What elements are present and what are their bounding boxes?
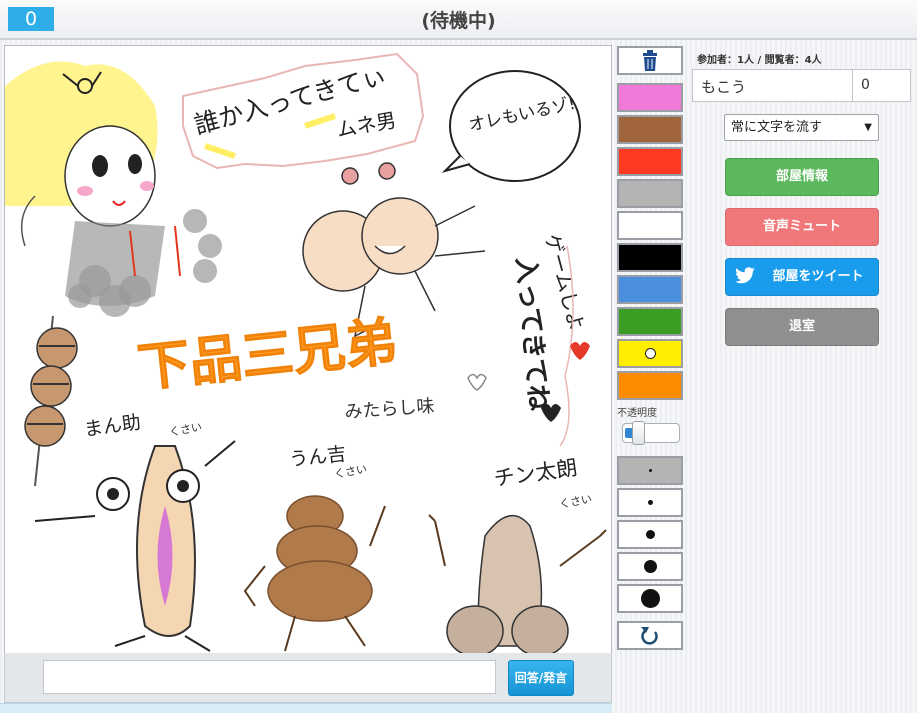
canvas-text-2: ムネ男 bbox=[335, 108, 398, 142]
exit-room-button[interactable]: 退室 bbox=[725, 308, 879, 346]
brush-dot-icon bbox=[647, 500, 653, 505]
canvas-text-7: まん助 bbox=[83, 411, 143, 441]
room-info-button[interactable]: 部屋情報 bbox=[725, 158, 879, 196]
color-swatch[interactable] bbox=[617, 307, 683, 336]
drawing-canvas[interactable]: 誰か入ってきてぃ ムネ男 オレもいるゾ! ゲームしよ 入ってきてね 下品三兄弟 … bbox=[4, 45, 612, 654]
girl-drawing bbox=[5, 61, 222, 317]
color-swatch[interactable] bbox=[617, 147, 683, 176]
unko-drawing bbox=[243, 495, 386, 652]
brush-size-button[interactable] bbox=[617, 552, 683, 581]
brush-size-button[interactable] bbox=[617, 520, 683, 549]
brush-dot-icon bbox=[645, 530, 655, 539]
color-swatch[interactable] bbox=[617, 211, 683, 240]
tweet-room-label: 部屋をツイート bbox=[772, 269, 864, 284]
brush-dot-icon bbox=[640, 589, 660, 608]
selected-color-marker bbox=[645, 348, 656, 359]
text-flow-select[interactable]: 常に文字を流す ▼ bbox=[724, 114, 879, 141]
canvas-text-11: チン太朗 bbox=[492, 455, 579, 490]
canvas-text-4: ゲームしよ bbox=[540, 231, 589, 333]
color-swatch[interactable] bbox=[617, 243, 683, 272]
canvas-text-8: くさい bbox=[168, 420, 203, 439]
brush-size-button[interactable] bbox=[617, 488, 683, 517]
chevron-down-icon: ▼ bbox=[864, 122, 872, 133]
answer-input[interactable] bbox=[43, 660, 496, 694]
brush-size-button[interactable] bbox=[617, 456, 683, 485]
brush-dot-icon bbox=[648, 469, 652, 472]
room-status-title: (待機中) bbox=[421, 10, 496, 32]
chat-log-strip bbox=[0, 703, 612, 713]
dango-drawing bbox=[24, 315, 78, 487]
color-swatch[interactable] bbox=[617, 339, 683, 368]
canvas-drawing: 誰か入ってきてぃ ムネ男 オレもいるゾ! ゲームしよ 入ってきてね 下品三兄弟 … bbox=[5, 52, 607, 653]
undo-icon bbox=[641, 627, 658, 645]
player-name: もこう bbox=[701, 78, 747, 96]
brush-dot-icon bbox=[643, 560, 657, 573]
brush-size-button[interactable] bbox=[617, 584, 683, 613]
chinko-drawing bbox=[428, 514, 607, 653]
color-swatch[interactable] bbox=[617, 275, 683, 304]
twitter-bird-icon bbox=[735, 267, 755, 284]
undo-button[interactable] bbox=[617, 621, 683, 650]
text-flow-select-value: 常に文字を流す bbox=[731, 120, 823, 135]
player-row: もこう 0 bbox=[692, 69, 911, 102]
trash-icon bbox=[643, 50, 657, 71]
top-bar: 0 (待機中) bbox=[0, 0, 917, 40]
opacity-slider-handle[interactable] bbox=[631, 421, 645, 445]
color-swatch[interactable] bbox=[617, 371, 683, 400]
player-score-cell: 0 bbox=[852, 70, 911, 101]
participant-info: 参加者：1人 / 閲覧者：4人 bbox=[697, 55, 822, 66]
clear-canvas-button[interactable] bbox=[617, 46, 683, 75]
answer-submit-button[interactable]: 回答/発言 bbox=[508, 660, 574, 696]
chat-bar: 回答/発言 bbox=[4, 653, 612, 703]
player-score: 0 bbox=[861, 77, 870, 93]
tweet-room-button[interactable]: 部屋をツイート bbox=[725, 258, 879, 296]
manko-drawing bbox=[34, 440, 236, 652]
mute-button[interactable]: 音声ミュート bbox=[725, 208, 879, 246]
breast-man-drawing bbox=[302, 162, 486, 338]
canvas-text-5: 入ってきてね bbox=[510, 256, 553, 412]
canvas-text-12: くさい bbox=[558, 492, 593, 511]
color-swatch[interactable] bbox=[617, 83, 683, 112]
opacity-slider[interactable] bbox=[622, 421, 680, 445]
opacity-label: 不透明度 bbox=[617, 408, 657, 419]
canvas-text-6: みたらし味 bbox=[344, 396, 435, 423]
canvas-title-text: 下品三兄弟 bbox=[135, 312, 400, 399]
color-swatch[interactable] bbox=[617, 115, 683, 144]
color-swatch[interactable] bbox=[617, 179, 683, 208]
